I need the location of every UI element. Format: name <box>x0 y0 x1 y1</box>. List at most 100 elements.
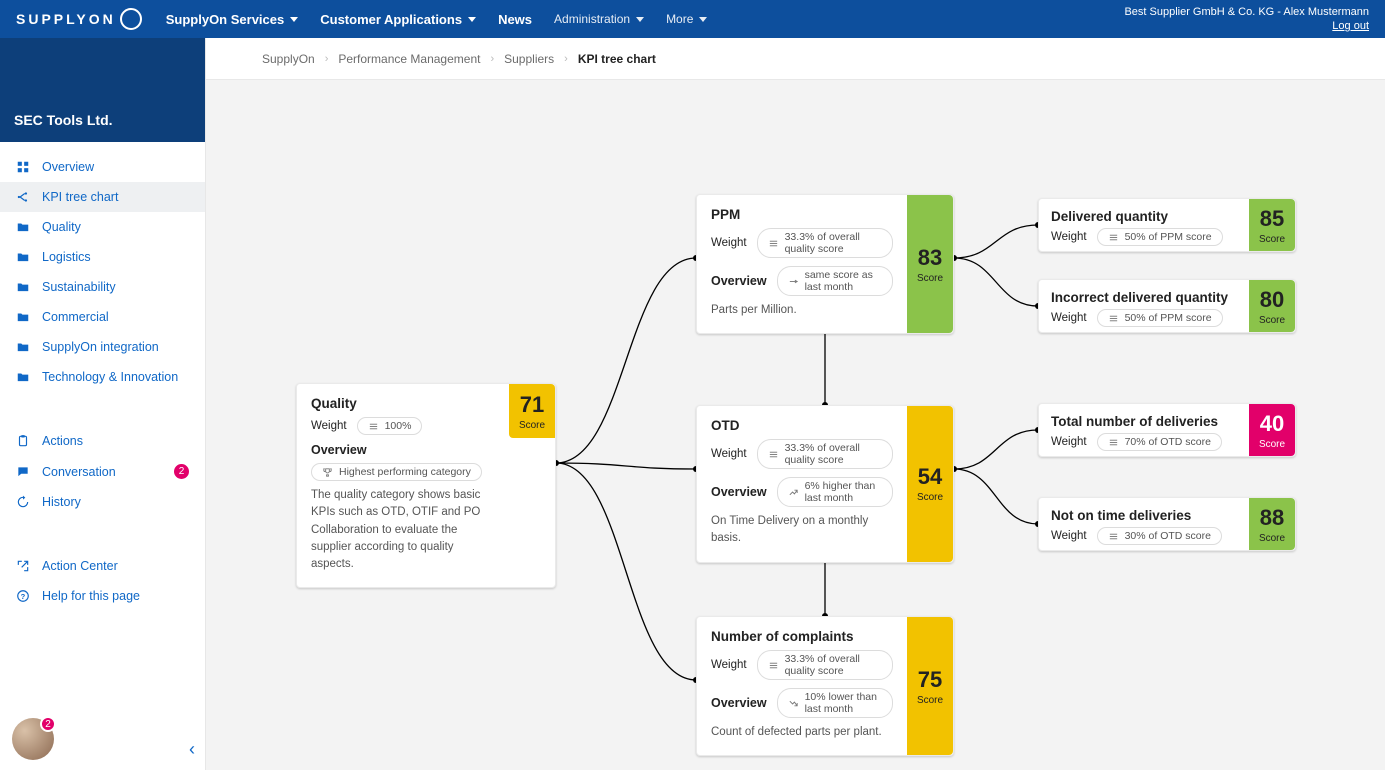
sidebar-item-technology-innovation[interactable]: Technology & Innovation <box>0 362 205 392</box>
sidebar-item-label: Commercial <box>42 310 109 324</box>
avatar[interactable]: 2 <box>12 718 54 760</box>
up-icon <box>788 487 799 498</box>
sidebar-item-label: Overview <box>42 160 94 174</box>
sidebar-item-label: Actions <box>42 434 83 448</box>
score-label: Score <box>1259 533 1285 544</box>
company-header: SEC Tools Ltd. <box>0 38 205 142</box>
trend-pill: 6% higher than last month <box>777 477 893 507</box>
tree-icon <box>16 190 30 204</box>
nav-administration[interactable]: Administration <box>554 12 644 26</box>
topbar: SUPPLYON SupplyOn Services Customer Appli… <box>0 0 1385 38</box>
sidebar-item-label: History <box>42 495 81 509</box>
score-block: 71Score <box>509 384 555 438</box>
weight-label: Weight <box>311 420 347 432</box>
folder-icon <box>16 280 30 294</box>
weight-icon <box>1108 313 1119 324</box>
score-block: 88Score <box>1249 498 1295 550</box>
score-block: 83Score <box>907 195 953 333</box>
score-value: 75 <box>918 667 942 693</box>
sidebar-item-action-center[interactable]: Action Center <box>0 551 205 581</box>
breadcrumb-0[interactable]: SupplyOn <box>262 52 315 66</box>
sidebar-item-supplyon-integration[interactable]: SupplyOn integration <box>0 332 205 362</box>
nav-supplyon-services[interactable]: SupplyOn Services <box>166 12 299 27</box>
trend-pill: same score as last month <box>777 266 893 296</box>
main: SupplyOn›Performance Management›Supplier… <box>206 38 1385 770</box>
kpi-inc-qty[interactable]: Incorrect delivered quantityWeight50% of… <box>1038 279 1296 333</box>
weight-label: Weight <box>1051 436 1087 448</box>
chevron-right-icon: › <box>490 53 494 65</box>
kpi-otd[interactable]: OTDWeight33.3% of overall quality scoreO… <box>696 405 954 563</box>
kpi-del-qty[interactable]: Delivered quantityWeight50% of PPM score… <box>1038 198 1296 252</box>
kpi-title: Incorrect delivered quantity <box>1051 290 1237 305</box>
sidebar-item-logistics[interactable]: Logistics <box>0 242 205 272</box>
weight-pill: 33.3% of overall quality score <box>757 439 893 469</box>
ext-icon <box>16 559 30 573</box>
kpi-title: Not on time deliveries <box>1051 508 1237 523</box>
weight-label: Weight <box>711 659 747 671</box>
trend-pill: 10% lower than last month <box>777 688 893 718</box>
logout-link[interactable]: Log out <box>1124 19 1369 33</box>
sidebar-item-kpi-tree-chart[interactable]: KPI tree chart <box>0 182 205 212</box>
brand-logo[interactable]: SUPPLYON <box>16 8 142 30</box>
kpi-title: PPM <box>711 207 893 222</box>
score-label: Score <box>1259 234 1285 245</box>
sidebar-item-label: Technology & Innovation <box>42 370 178 384</box>
kpi-tot-del[interactable]: Total number of deliveriesWeight70% of O… <box>1038 403 1296 457</box>
nav-customer-applications[interactable]: Customer Applications <box>320 12 476 27</box>
score-value: 40 <box>1260 411 1284 437</box>
folder-icon <box>16 310 30 324</box>
sidebar: SEC Tools Ltd. Overview KPI tree chart Qua… <box>0 38 206 770</box>
svg-text:?: ? <box>21 592 26 601</box>
help-icon: ? <box>16 589 30 603</box>
weight-icon <box>768 238 779 249</box>
user-company: Best Supplier GmbH & Co. KG - Alex Muste… <box>1124 5 1369 19</box>
breadcrumb-1[interactable]: Performance Management <box>338 52 480 66</box>
score-value: 80 <box>1260 287 1284 313</box>
sidebar-item-quality[interactable]: Quality <box>0 212 205 242</box>
sidebar-item-commercial[interactable]: Commercial <box>0 302 205 332</box>
overview-label: Overview <box>711 274 767 288</box>
kpi-desc: Parts per Million. <box>711 302 893 319</box>
kpi-desc: The quality category shows basic KPIs su… <box>311 487 495 573</box>
sidebar-item-conversation[interactable]: Conversation2 <box>0 456 205 487</box>
kpi-title: Total number of deliveries <box>1051 414 1237 429</box>
sidebar-item-label: Logistics <box>42 250 91 264</box>
nav-news[interactable]: News <box>498 12 532 27</box>
score-value: 85 <box>1260 206 1284 232</box>
sidebar-item-help-for-this-page[interactable]: ? Help for this page <box>0 581 205 611</box>
badge-pill: Highest performing category <box>311 463 482 481</box>
down-icon <box>788 698 799 709</box>
kpi-ppm[interactable]: PPM Weight 33.3% of overall quality score O… <box>696 194 954 334</box>
weight-pill: 33.3% of overall quality score <box>757 228 893 258</box>
weight-icon <box>768 660 779 671</box>
kpi-canvas[interactable]: QualityWeight100%OverviewHighest perform… <box>206 80 1385 770</box>
avatar-badge: 2 <box>40 716 56 732</box>
kpi-complaints[interactable]: Number of complaintsWeight33.3% of overa… <box>696 616 954 756</box>
sidebar-item-history[interactable]: History <box>0 487 205 517</box>
weight-pill: 100% <box>357 417 423 435</box>
score-value: 54 <box>918 464 942 490</box>
kpi-not-ot[interactable]: Not on time deliveriesWeight30% of OTD s… <box>1038 497 1296 551</box>
score-block: 85 Score <box>1249 199 1295 251</box>
weight-label: Weight <box>711 237 747 249</box>
collapse-sidebar-icon[interactable]: ‹ <box>189 739 195 760</box>
kpi-title: Number of complaints <box>711 629 893 644</box>
breadcrumb-2[interactable]: Suppliers <box>504 52 554 66</box>
weight-label: Weight <box>1051 231 1087 243</box>
sidebar-item-label: SupplyOn integration <box>42 340 159 354</box>
brand-ring-icon <box>120 8 142 30</box>
sidebar-item-label: Quality <box>42 220 81 234</box>
sidebar-item-overview[interactable]: Overview <box>0 152 205 182</box>
trophy-icon <box>322 467 333 478</box>
kpi-title: Delivered quantity <box>1051 209 1237 224</box>
sidebar-item-sustainability[interactable]: Sustainability <box>0 272 205 302</box>
sidebar-item-label: Help for this page <box>42 589 140 603</box>
kpi-quality[interactable]: QualityWeight100%OverviewHighest perform… <box>296 383 556 588</box>
sidebar-item-actions[interactable]: Actions <box>0 426 205 456</box>
nav-more[interactable]: More <box>666 12 707 26</box>
score-block: 80Score <box>1249 280 1295 332</box>
caret-down-icon <box>636 17 644 22</box>
caret-down-icon <box>699 17 707 22</box>
score-label: Score <box>1259 439 1285 450</box>
score-label: Score <box>917 273 943 284</box>
